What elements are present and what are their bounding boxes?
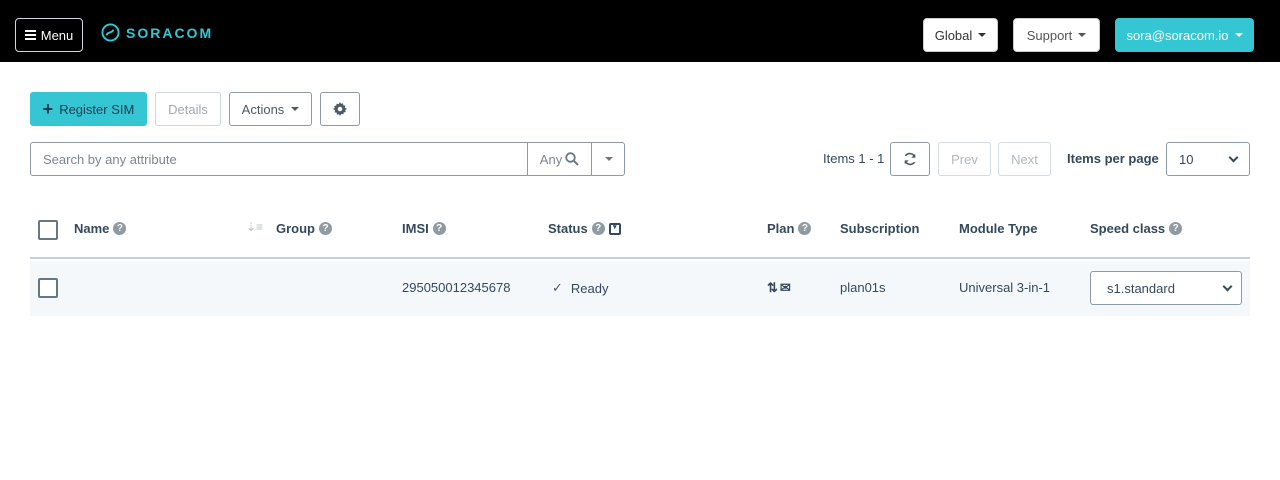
cell-status: ✓ Ready xyxy=(552,280,608,296)
caret-down-icon xyxy=(978,33,987,37)
caret-down-icon xyxy=(605,157,613,161)
caret-down-icon xyxy=(1234,33,1243,37)
actions-dropdown[interactable]: Actions xyxy=(229,92,312,126)
search-icon xyxy=(565,152,579,166)
refresh-button[interactable] xyxy=(890,142,930,176)
search-input[interactable] xyxy=(30,142,528,176)
next-label: Next xyxy=(1011,151,1038,167)
caret-down-icon xyxy=(1078,33,1087,37)
top-navbar: Menu SORACOM Global Support sora@soracom… xyxy=(0,0,1280,62)
plus-icon: + xyxy=(42,99,54,119)
speed-class-value: s1.standard xyxy=(1107,280,1175,296)
column-label: Speed class xyxy=(1090,221,1166,236)
column-header-subscription[interactable]: Subscription xyxy=(840,221,919,236)
column-header-name[interactable]: Name ? xyxy=(74,221,127,236)
select-all-checkbox[interactable] xyxy=(38,220,58,240)
cell-subscription: plan01s xyxy=(840,280,886,295)
gear-icon xyxy=(333,102,347,116)
next-page-button[interactable]: Next xyxy=(998,142,1051,176)
cell-imsi: 295050012345678 xyxy=(402,280,511,295)
check-icon: ✓ xyxy=(552,280,563,295)
hamburger-icon xyxy=(24,30,36,40)
support-dropdown[interactable]: Support xyxy=(1013,18,1100,52)
column-header-plan[interactable]: Plan ? xyxy=(767,221,812,236)
soracom-logo-icon xyxy=(101,23,120,42)
help-icon[interactable]: ? xyxy=(113,222,127,235)
sms-envelope-icon: ✉ xyxy=(779,280,791,295)
chevron-down-icon xyxy=(1222,281,1233,291)
actions-label: Actions xyxy=(241,101,285,117)
search-scope-button[interactable]: Any xyxy=(527,142,592,176)
status-text: Ready xyxy=(570,280,609,296)
column-label: Name xyxy=(74,221,110,236)
caret-down-icon xyxy=(291,107,300,111)
register-sim-button[interactable]: + Register SIM xyxy=(30,92,147,126)
items-per-page-value: 10 xyxy=(1179,151,1194,167)
table-header: Name ? ⇣≡ Group ? IMSI ? Status ? ▾ Plan… xyxy=(30,200,1250,259)
column-label: Module Type xyxy=(959,221,1038,236)
column-label: Subscription xyxy=(840,221,920,236)
items-per-page-select[interactable]: 10 xyxy=(1166,142,1250,176)
global-label: Global xyxy=(934,27,973,43)
cell-plan: ⇅ ✉ xyxy=(767,280,791,296)
data-transfer-icon: ⇅ xyxy=(767,280,778,295)
column-label: Plan xyxy=(767,221,795,236)
prev-label: Prev xyxy=(951,151,978,167)
soracom-logo[interactable]: SORACOM xyxy=(101,23,213,42)
logo-text: SORACOM xyxy=(126,24,214,41)
support-label: Support xyxy=(1026,27,1073,43)
help-icon[interactable]: ? xyxy=(798,222,812,235)
column-label: Status xyxy=(548,221,588,236)
global-dropdown[interactable]: Global xyxy=(923,18,998,52)
items-per-page-label: Items per page xyxy=(1067,151,1159,166)
search-scope-label: Any xyxy=(539,151,563,167)
prev-page-button[interactable]: Prev xyxy=(938,142,991,176)
details-label: Details xyxy=(168,101,208,117)
table-row[interactable]: 295050012345678 ✓ Ready ⇅ ✉ plan01s Univ… xyxy=(30,261,1250,316)
menu-button[interactable]: Menu xyxy=(15,18,83,52)
row-select-checkbox[interactable] xyxy=(38,278,58,298)
cell-module-type: Universal 3-in-1 xyxy=(959,280,1051,295)
column-header-module-type[interactable]: Module Type xyxy=(959,221,1037,236)
items-count: Items 1 - 1 xyxy=(823,151,885,166)
column-label: IMSI xyxy=(402,221,429,236)
details-button[interactable]: Details xyxy=(155,92,221,126)
search-options-dropdown[interactable] xyxy=(591,142,625,176)
user-email: sora@soracom.io xyxy=(1126,27,1229,43)
column-header-group[interactable]: Group ? xyxy=(276,221,332,236)
column-header-speed-class[interactable]: Speed class ? xyxy=(1090,221,1183,236)
user-account-dropdown[interactable]: sora@soracom.io xyxy=(1115,18,1254,52)
help-icon[interactable]: ? xyxy=(319,222,332,235)
help-icon[interactable]: ? xyxy=(591,222,605,235)
column-header-imsi[interactable]: IMSI ? xyxy=(402,221,446,236)
speed-class-select[interactable]: s1.standard xyxy=(1090,271,1242,305)
help-icon[interactable]: ? xyxy=(1169,222,1183,235)
register-sim-label: Register SIM xyxy=(59,101,135,117)
column-label: Group xyxy=(276,221,315,236)
refresh-icon xyxy=(904,152,916,166)
menu-button-label: Menu xyxy=(40,27,74,43)
settings-button[interactable] xyxy=(320,92,360,126)
sort-descending-icon[interactable]: ⇣≡ xyxy=(246,220,263,234)
help-icon[interactable]: ? xyxy=(432,222,446,235)
status-filter-icon[interactable]: ▾ xyxy=(608,222,621,235)
column-header-status[interactable]: Status ? ▾ xyxy=(548,221,621,236)
chevron-down-icon xyxy=(1228,152,1239,162)
